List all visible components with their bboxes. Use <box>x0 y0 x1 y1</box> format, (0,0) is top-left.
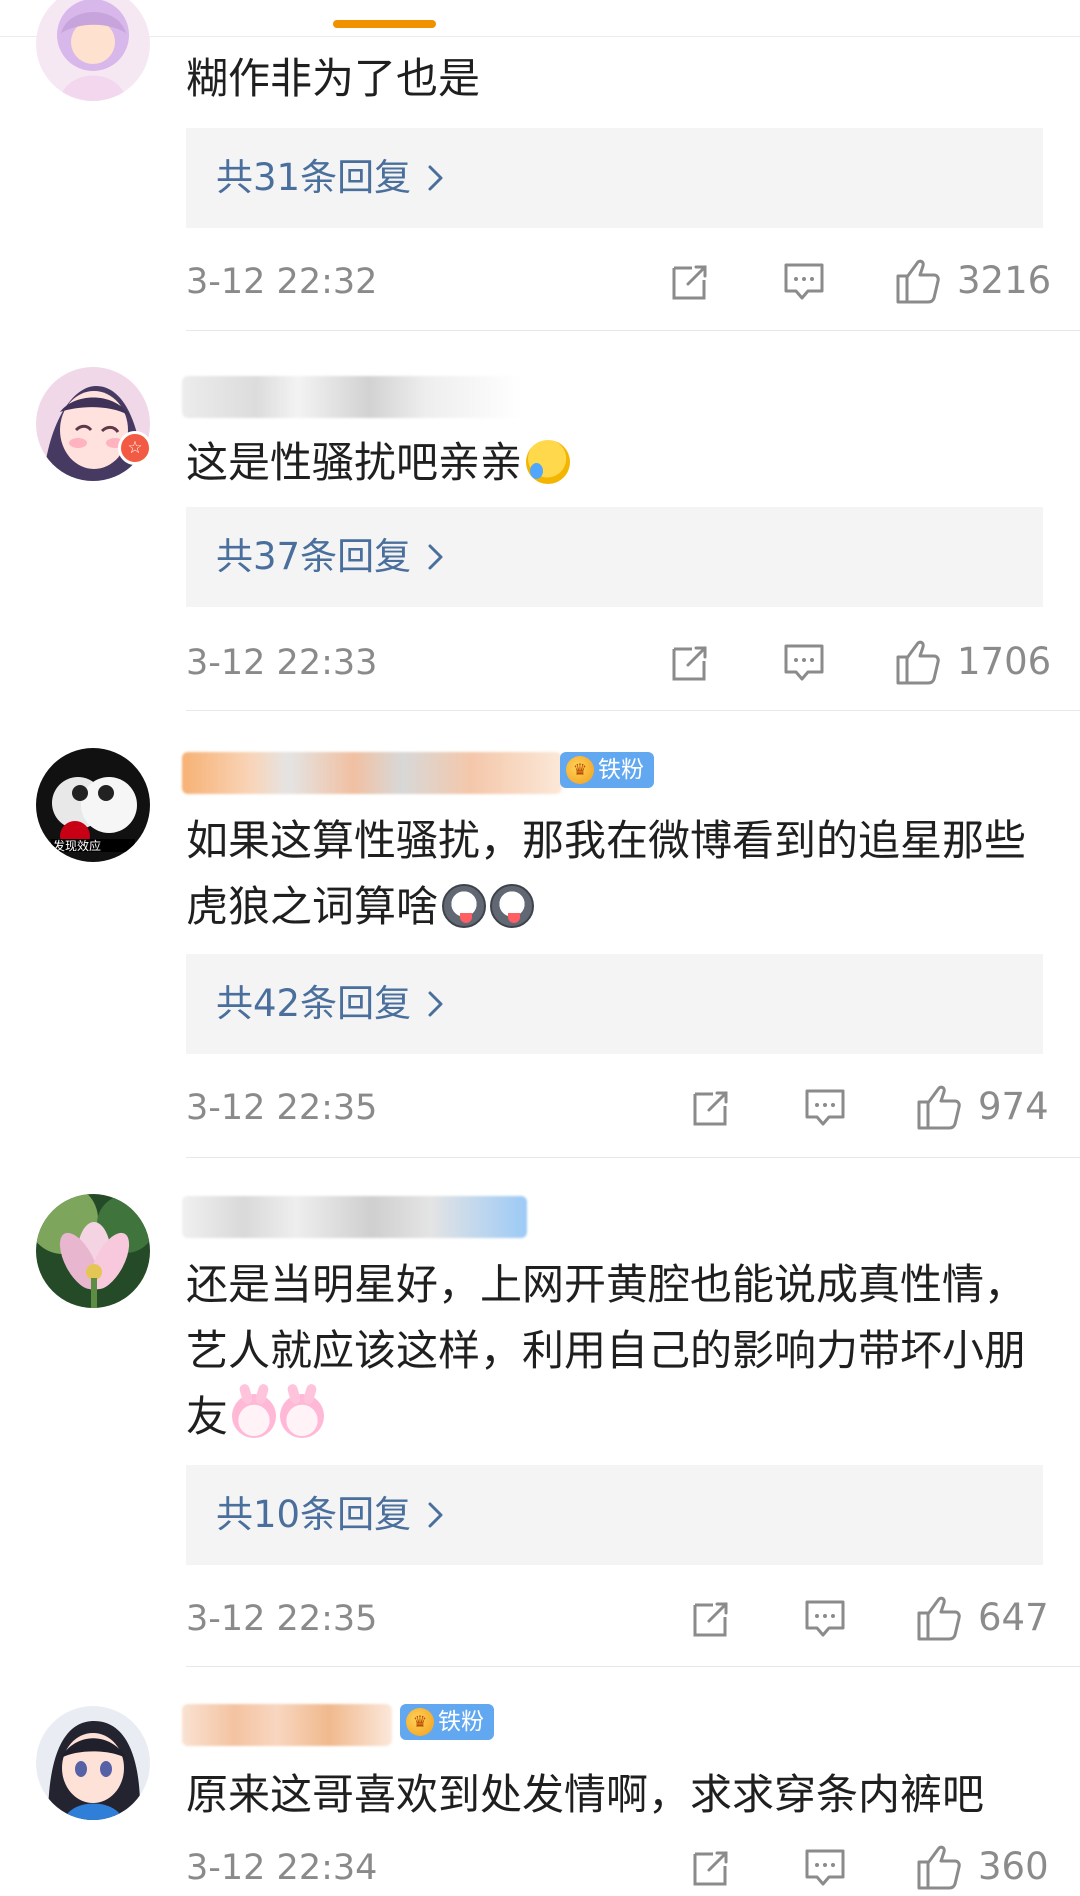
like-icon <box>917 1596 961 1641</box>
crown-icon: ♛ <box>406 1708 434 1736</box>
comment-text: 这是性骚扰吧亲亲 <box>186 430 1046 496</box>
replies-button[interactable]: 共42条回复 <box>186 954 1043 1054</box>
username-redacted <box>182 1196 527 1238</box>
comment-time: 3-12 22:33 <box>186 643 378 683</box>
share-button[interactable] <box>688 1596 734 1642</box>
replies-count-label: 共31条回复 <box>216 156 412 199</box>
username-redacted <box>182 376 522 418</box>
comment-button[interactable] <box>802 1596 848 1642</box>
comment-text: 如果这算性骚扰，那我在微博看到的追星那些虎狼之词算啥 <box>186 816 1027 931</box>
like-button[interactable]: 1706 <box>893 637 1051 687</box>
chevron-right-icon <box>428 1502 443 1528</box>
comment-button[interactable] <box>781 259 827 305</box>
share-button[interactable] <box>688 1845 734 1891</box>
share-icon <box>693 1602 728 1637</box>
avatar[interactable]: 发现效应 <box>36 748 150 862</box>
comment-divider <box>186 710 1080 711</box>
comment-time: 3-12 22:35 <box>186 1088 378 1128</box>
comment-item: ☆ 这是性骚扰吧亲亲 共37条回复 3-12 22:33 1706 <box>0 332 1080 712</box>
avatar[interactable] <box>36 1706 150 1820</box>
share-icon <box>693 1091 728 1126</box>
replies-count-label: 共10条回复 <box>216 1493 412 1536</box>
chevron-right-icon <box>428 544 443 570</box>
comment-item: 糊作非为了也是 共31条回复 3-12 22:32 3216 <box>0 0 1080 332</box>
like-button[interactable]: 974 <box>914 1082 1049 1132</box>
replies-button[interactable]: 共10条回复 <box>186 1465 1043 1565</box>
sweat-emoji-icon <box>526 440 571 484</box>
avatar[interactable] <box>36 1194 150 1308</box>
comment-icon <box>805 1089 845 1126</box>
like-count: 3216 <box>957 259 1052 302</box>
replies-count-label: 共42条回复 <box>216 982 412 1025</box>
like-count: 647 <box>978 1596 1049 1639</box>
username-redacted <box>182 1704 392 1746</box>
avatar-image <box>36 1706 150 1820</box>
comment-icon <box>784 644 824 681</box>
replies-count-label: 共37条回复 <box>216 535 412 578</box>
dog-emoji-icon <box>490 884 535 928</box>
like-button[interactable]: 647 <box>914 1593 1049 1643</box>
comment-item: 发现效应 ♛ 铁粉 如果这算性骚扰，那我在微博看到的追星那些虎狼之词算啥 共42… <box>0 712 1080 1158</box>
replies-button[interactable]: 共37条回复 <box>186 507 1043 607</box>
bunny-emoji-icon <box>232 1394 277 1438</box>
share-button[interactable] <box>667 640 713 686</box>
username-redacted <box>182 752 562 794</box>
comment-divider <box>186 330 1080 331</box>
like-icon <box>917 1845 961 1890</box>
bunny-emoji-icon <box>280 1394 325 1438</box>
comment-text: 还是当明星好，上网开黄腔也能说成真性情，艺人就应该这样，利用自己的影响力带坏小朋… <box>186 1260 1027 1441</box>
comment-text: 原来这哥喜欢到处发情啊，求求穿条内裤吧 <box>186 1770 985 1819</box>
share-button[interactable] <box>688 1085 734 1131</box>
like-button[interactable]: 3216 <box>893 256 1051 306</box>
like-icon <box>896 640 940 685</box>
like-icon <box>917 1085 961 1130</box>
avatar[interactable]: ☆ <box>36 367 152 481</box>
comment-feed-screen: 糊作非为了也是 共31条回复 3-12 22:32 3216 ☆ 这是性骚扰吧亲… <box>0 0 1080 1896</box>
like-count: 974 <box>978 1085 1049 1128</box>
share-icon <box>672 646 707 681</box>
comment-icon <box>805 1849 845 1886</box>
fan-badge-label: 铁粉 <box>598 757 644 783</box>
share-icon <box>693 1851 728 1886</box>
comment-item: ♛ 铁粉 原来这哥喜欢到处发情啊，求求穿条内裤吧 3-12 22:34 360 <box>0 1668 1080 1896</box>
comment-text: 糊作非为了也是 <box>186 54 481 103</box>
verified-badge-icon: ☆ <box>118 431 152 465</box>
like-button[interactable]: 360 <box>914 1842 1049 1892</box>
comment-time: 3-12 22:35 <box>186 1599 378 1639</box>
comment-divider <box>186 1666 1080 1667</box>
fan-badge: ♛ 铁粉 <box>400 1704 494 1740</box>
avatar[interactable] <box>36 0 150 101</box>
replies-button[interactable]: 共31条回复 <box>186 128 1043 228</box>
like-count: 360 <box>978 1845 1049 1888</box>
chevron-right-icon <box>428 165 443 191</box>
comment-button[interactable] <box>802 1085 848 1131</box>
like-icon <box>896 259 940 304</box>
fan-badge: ♛ 铁粉 <box>560 752 654 788</box>
comment-button[interactable] <box>802 1845 848 1891</box>
chevron-right-icon <box>428 991 443 1017</box>
fan-badge-label: 铁粉 <box>438 1709 484 1735</box>
share-button[interactable] <box>667 259 713 305</box>
crown-icon: ♛ <box>566 756 594 784</box>
comment-icon <box>805 1600 845 1637</box>
comment-time: 3-12 22:32 <box>186 262 378 302</box>
avatar-image <box>36 0 150 101</box>
avatar-image: 发现效应 <box>36 748 150 862</box>
svg-text:发现效应: 发现效应 <box>53 838 101 853</box>
comment-time: 3-12 22:34 <box>186 1848 378 1888</box>
comment-icon <box>784 263 824 300</box>
comment-item: 还是当明星好，上网开黄腔也能说成真性情，艺人就应该这样，利用自己的影响力带坏小朋… <box>0 1158 1080 1668</box>
avatar-image <box>36 1194 150 1308</box>
share-icon <box>672 265 707 300</box>
like-count: 1706 <box>957 640 1052 683</box>
comment-button[interactable] <box>781 640 827 686</box>
dog-emoji-icon <box>442 884 487 928</box>
